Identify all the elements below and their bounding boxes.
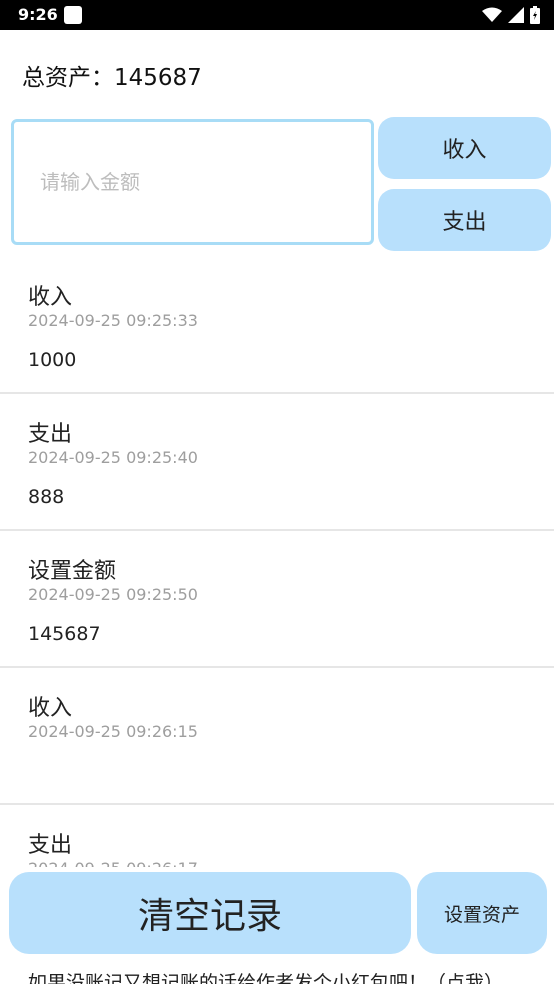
record-amount: 145687: [28, 623, 101, 645]
list-item: 支出 2024-09-25 09:26:17: [0, 805, 554, 867]
wifi-icon: [482, 7, 502, 22]
record-time: 2024-09-25 09:26:17: [28, 859, 198, 867]
record-type: 支出: [28, 422, 73, 447]
record-type: 设置金额: [28, 559, 117, 584]
total-assets-label: 总资产：: [22, 65, 114, 91]
record-time: 2024-09-25 09:25:33: [28, 311, 198, 330]
record-time: 2024-09-25 09:26:15: [28, 722, 198, 741]
notification-icon: [64, 6, 82, 24]
record-amount: 1000: [28, 349, 77, 371]
record-type: 支出: [28, 833, 73, 858]
record-time: 2024-09-25 09:25:50: [28, 585, 198, 604]
expense-button[interactable]: 支出: [378, 189, 551, 251]
record-list[interactable]: 收入 2024-09-25 09:25:33 1000 支出 2024-09-2…: [0, 257, 554, 867]
donate-link[interactable]: 如果没账记又想记账的话给作者发个小红包吧！（点我）: [28, 968, 503, 984]
set-assets-button[interactable]: 设置资产: [417, 872, 547, 954]
list-item: 收入 2024-09-25 09:26:15: [0, 668, 554, 805]
list-item: 收入 2024-09-25 09:25:33 1000: [0, 257, 554, 394]
status-bar: 9:26: [0, 0, 554, 30]
record-type: 收入: [28, 696, 73, 721]
record-time: 2024-09-25 09:25:40: [28, 448, 198, 467]
total-assets: 总资产：145687: [22, 58, 202, 92]
battery-icon: [530, 6, 540, 24]
signal-icon: [508, 7, 524, 23]
list-item: 支出 2024-09-25 09:25:40 888: [0, 394, 554, 531]
total-assets-value: 145687: [114, 65, 202, 91]
status-icons: [482, 6, 540, 24]
income-button[interactable]: 收入: [378, 117, 551, 179]
clear-records-button[interactable]: 清空记录: [9, 872, 411, 954]
status-time: 9:26: [18, 5, 58, 24]
record-amount: 888: [28, 486, 65, 508]
list-item: 设置金额 2024-09-25 09:25:50 145687: [0, 531, 554, 668]
amount-input-box: [11, 119, 374, 245]
amount-input[interactable]: [14, 122, 371, 242]
record-type: 收入: [28, 285, 73, 310]
